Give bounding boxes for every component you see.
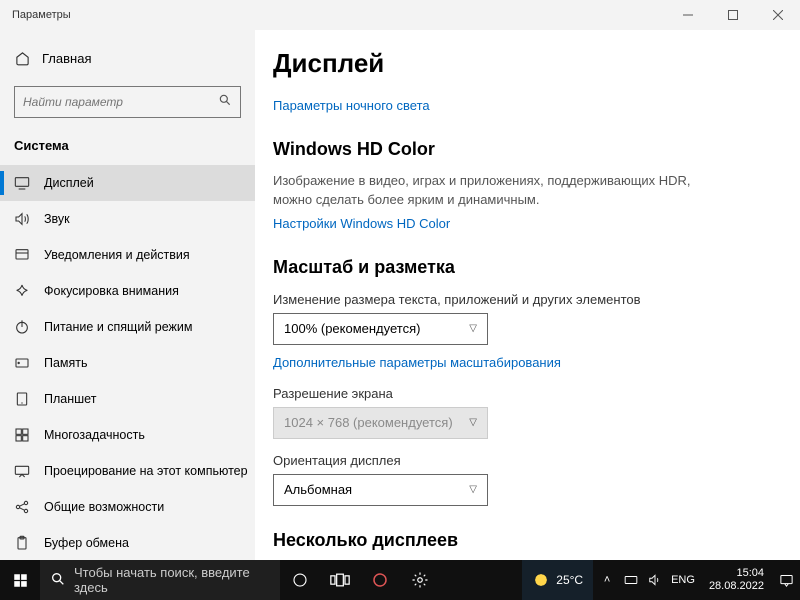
- temperature: 25°C: [556, 573, 583, 587]
- nav-tablet[interactable]: Планшет: [0, 381, 255, 417]
- network-icon[interactable]: [623, 572, 639, 588]
- pinned-app-1[interactable]: [360, 560, 400, 600]
- volume-icon[interactable]: [647, 572, 663, 588]
- start-button[interactable]: [0, 560, 40, 600]
- display-icon: [14, 175, 30, 191]
- nav-label: Планшет: [44, 392, 96, 406]
- multitask-icon: [14, 427, 30, 443]
- orientation-label: Ориентация дисплея: [273, 453, 800, 468]
- nav-sound[interactable]: Звук: [0, 201, 255, 237]
- taskview-button[interactable]: [320, 560, 360, 600]
- page-title: Дисплей: [273, 48, 800, 79]
- nav-display[interactable]: Дисплей: [0, 165, 255, 201]
- nav-label: Фокусировка внимания: [44, 284, 179, 298]
- nav-projecting[interactable]: Проецирование на этот компьютер: [0, 453, 255, 489]
- chevron-down-icon: ▽: [469, 484, 477, 495]
- time: 15:04: [736, 567, 764, 580]
- taskbar: Чтобы начать поиск, введите здесь 25°C ˄…: [0, 560, 800, 600]
- nav-shared[interactable]: Общие возможности: [0, 489, 255, 525]
- tray-chevron-icon[interactable]: ˄: [599, 572, 615, 588]
- nav-notifications[interactable]: Уведомления и действия: [0, 237, 255, 273]
- date: 28.08.2022: [709, 580, 764, 593]
- nav-label: Память: [44, 356, 88, 370]
- taskbar-search[interactable]: Чтобы начать поиск, введите здесь: [40, 560, 280, 600]
- nav-power[interactable]: Питание и спящий режим: [0, 309, 255, 345]
- minimize-button[interactable]: [665, 0, 710, 30]
- action-center-icon[interactable]: [778, 572, 794, 588]
- pinned-app-2[interactable]: [400, 560, 440, 600]
- scale-value: 100% (рекомендуется): [284, 321, 420, 336]
- home-label: Главная: [42, 51, 91, 66]
- resolution-label: Разрешение экрана: [273, 386, 800, 401]
- search-icon: [50, 571, 66, 590]
- language-indicator[interactable]: ENG: [671, 574, 695, 586]
- chevron-down-icon: ▽: [469, 323, 477, 334]
- hdcolor-heading: Windows HD Color: [273, 139, 800, 160]
- nav-label: Дисплей: [44, 176, 94, 190]
- search-input[interactable]: [23, 95, 218, 109]
- system-tray: ˄ ENG 15:04 28.08.2022: [593, 567, 800, 592]
- shared-icon: [14, 499, 30, 515]
- search-icon: [218, 93, 232, 112]
- nav-label: Общие возможности: [44, 500, 164, 514]
- home-nav[interactable]: Главная: [0, 40, 255, 76]
- cortana-button[interactable]: [280, 560, 320, 600]
- window-title: Параметры: [12, 9, 665, 21]
- resolution-dropdown[interactable]: 1024 × 768 (рекомендуется) ▽: [273, 407, 488, 439]
- taskbar-search-placeholder: Чтобы начать поиск, введите здесь: [74, 565, 270, 595]
- weather-widget[interactable]: 25°C: [522, 560, 593, 600]
- projecting-icon: [14, 463, 30, 479]
- power-icon: [14, 319, 30, 335]
- notifications-icon: [14, 247, 30, 263]
- sidebar-category: Система: [0, 132, 255, 165]
- scale-dropdown[interactable]: 100% (рекомендуется) ▽: [273, 313, 488, 345]
- scale-label: Изменение размера текста, приложений и д…: [273, 292, 800, 307]
- orientation-value: Альбомная: [284, 482, 352, 497]
- nav-label: Питание и спящий режим: [44, 320, 192, 334]
- nav-label: Уведомления и действия: [44, 248, 190, 262]
- maximize-button[interactable]: [710, 0, 755, 30]
- clipboard-icon: [14, 535, 30, 551]
- nav-label: Проецирование на этот компьютер: [44, 464, 248, 478]
- storage-icon: [14, 355, 30, 371]
- clock[interactable]: 15:04 28.08.2022: [703, 567, 770, 592]
- scale-advanced-link[interactable]: Дополнительные параметры масштабирования: [273, 355, 561, 370]
- chevron-down-icon: ▽: [469, 417, 477, 428]
- search-input-container[interactable]: [14, 86, 241, 118]
- sound-icon: [14, 211, 30, 227]
- nav-focus[interactable]: Фокусировка внимания: [0, 273, 255, 309]
- orientation-dropdown[interactable]: Альбомная ▽: [273, 474, 488, 506]
- content-area: Дисплей Параметры ночного света Windows …: [255, 30, 800, 560]
- focus-icon: [14, 283, 30, 299]
- night-light-link[interactable]: Параметры ночного света: [273, 98, 430, 113]
- scale-heading: Масштаб и разметка: [273, 257, 800, 278]
- nav-storage[interactable]: Память: [0, 345, 255, 381]
- resolution-value: 1024 × 768 (рекомендуется): [284, 415, 453, 430]
- multi-heading: Несколько дисплеев: [273, 530, 800, 551]
- tablet-icon: [14, 391, 30, 407]
- close-button[interactable]: [755, 0, 800, 30]
- sun-icon: [532, 571, 550, 589]
- hdcolor-link[interactable]: Настройки Windows HD Color: [273, 216, 450, 231]
- hdcolor-desc: Изображение в видео, играх и приложениях…: [273, 172, 713, 210]
- nav-label: Многозадачность: [44, 428, 145, 442]
- nav-multitask[interactable]: Многозадачность: [0, 417, 255, 453]
- nav-label: Буфер обмена: [44, 536, 129, 550]
- nav-label: Звук: [44, 212, 70, 226]
- nav-clipboard[interactable]: Буфер обмена: [0, 525, 255, 560]
- sidebar: Главная Система Дисплей Звук Уведомления…: [0, 30, 255, 560]
- home-icon: [14, 50, 30, 66]
